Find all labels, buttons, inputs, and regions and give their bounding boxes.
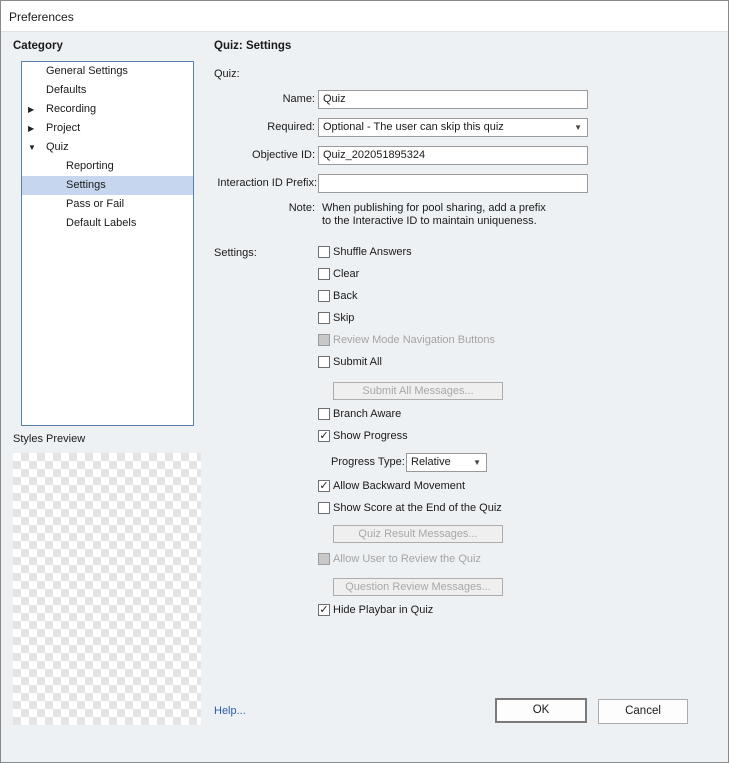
styles-preview-area bbox=[13, 453, 201, 725]
tree-item-label: Quiz bbox=[46, 141, 69, 153]
panel-title: Quiz: Settings bbox=[214, 40, 292, 52]
show-score-checkbox[interactable] bbox=[318, 502, 330, 514]
name-label: Name: bbox=[282, 93, 315, 105]
interaction-id-prefix-label: Interaction ID Prefix: bbox=[217, 177, 317, 189]
skip-label: Skip bbox=[333, 312, 355, 324]
hide-playbar-label: Hide Playbar in Quiz bbox=[333, 604, 434, 616]
tree-item-settings[interactable]: Settings bbox=[22, 176, 193, 195]
back-label: Back bbox=[333, 290, 358, 302]
name-input[interactable]: Quiz bbox=[318, 90, 588, 109]
tree-item-pass-or-fail[interactable]: Pass or Fail bbox=[22, 195, 193, 214]
quiz-result-messages-button: Quiz Result Messages... bbox=[333, 525, 503, 543]
tree-item-defaults[interactable]: Defaults bbox=[22, 81, 193, 100]
dropdown-arrow-icon: ▼ bbox=[574, 123, 582, 132]
tree-item-label: Project bbox=[46, 122, 81, 134]
title-bar: Preferences bbox=[1, 1, 728, 32]
tree-item-label: Recording bbox=[46, 103, 97, 115]
note-label: Note: bbox=[288, 202, 315, 214]
tree-item-reporting[interactable]: Reporting bbox=[22, 157, 193, 176]
shuffle-answers-label: Shuffle Answers bbox=[333, 246, 412, 258]
question-review-messages-button: Question Review Messages... bbox=[333, 578, 503, 596]
window-title: Preferences bbox=[9, 10, 74, 24]
show-progress-label: Show Progress bbox=[333, 430, 408, 442]
tree-item-quiz[interactable]: ▼ Quiz bbox=[22, 138, 193, 157]
cancel-button[interactable]: Cancel bbox=[598, 699, 688, 724]
tree-item-default-labels[interactable]: Default Labels bbox=[22, 214, 193, 233]
review-mode-nav-label: Review Mode Navigation Buttons bbox=[333, 334, 496, 346]
preferences-window: Preferences Category General Settings De… bbox=[0, 0, 729, 763]
submit-all-label: Submit All bbox=[333, 356, 382, 368]
progress-type-value: Relative bbox=[411, 456, 451, 468]
dropdown-arrow-icon: ▼ bbox=[473, 458, 481, 467]
tree-item-label: Reporting bbox=[66, 160, 114, 172]
submit-all-checkbox[interactable] bbox=[318, 356, 330, 368]
expand-arrow-icon[interactable]: ▶ bbox=[28, 100, 38, 119]
help-link[interactable]: Help... bbox=[214, 705, 246, 717]
branch-aware-checkbox[interactable] bbox=[318, 408, 330, 420]
styles-preview-label: Styles Preview bbox=[13, 433, 86, 445]
back-checkbox[interactable] bbox=[318, 290, 330, 302]
shuffle-answers-checkbox[interactable] bbox=[318, 246, 330, 258]
progress-type-select[interactable]: Relative ▼ bbox=[406, 453, 487, 472]
tree-item-label: General Settings bbox=[46, 65, 128, 77]
allow-backward-label: Allow Backward Movement bbox=[333, 480, 466, 492]
interaction-id-prefix-input[interactable] bbox=[318, 174, 588, 193]
allow-review-label: Allow User to Review the Quiz bbox=[333, 553, 481, 565]
tree-item-project[interactable]: ▶ Project bbox=[22, 119, 193, 138]
note-line-2: to the Interactive ID to maintain unique… bbox=[322, 215, 537, 227]
category-heading: Category bbox=[13, 40, 63, 52]
allow-backward-checkbox[interactable]: ✓ bbox=[318, 480, 330, 492]
tree-item-label: Defaults bbox=[46, 84, 87, 96]
review-mode-nav-checkbox bbox=[318, 334, 330, 346]
expand-arrow-icon[interactable]: ▶ bbox=[28, 119, 38, 138]
submit-all-messages-button: Submit All Messages... bbox=[333, 382, 503, 400]
skip-checkbox[interactable] bbox=[318, 312, 330, 324]
tree-item-recording[interactable]: ▶ Recording bbox=[22, 100, 193, 119]
category-tree[interactable]: General Settings Defaults ▶ Recording ▶ … bbox=[21, 61, 194, 426]
show-progress-checkbox[interactable]: ✓ bbox=[318, 430, 330, 442]
allow-review-checkbox bbox=[318, 553, 330, 565]
tree-item-general-settings[interactable]: General Settings bbox=[22, 62, 193, 81]
clear-checkbox[interactable] bbox=[318, 268, 330, 280]
tree-item-label: Settings bbox=[66, 179, 106, 191]
required-select[interactable]: Optional - The user can skip this quiz ▼ bbox=[318, 118, 588, 137]
progress-type-label: Progress Type: bbox=[331, 456, 405, 468]
note-line-1: When publishing for pool sharing, add a … bbox=[322, 202, 546, 214]
clear-label: Clear bbox=[333, 268, 360, 280]
tree-item-label: Pass or Fail bbox=[66, 198, 125, 210]
hide-playbar-checkbox[interactable]: ✓ bbox=[318, 604, 330, 616]
objective-id-label: Objective ID: bbox=[252, 149, 315, 161]
tree-item-label: Default Labels bbox=[66, 217, 137, 229]
branch-aware-label: Branch Aware bbox=[333, 408, 402, 420]
settings-label: Settings: bbox=[214, 247, 257, 259]
required-label: Required: bbox=[267, 121, 315, 133]
ok-button[interactable]: OK bbox=[495, 698, 587, 723]
show-score-label: Show Score at the End of the Quiz bbox=[333, 502, 502, 514]
required-select-value: Optional - The user can skip this quiz bbox=[323, 121, 504, 133]
quiz-group-label: Quiz: bbox=[214, 68, 240, 80]
objective-id-input[interactable]: Quiz_202051895324 bbox=[318, 146, 588, 165]
collapse-arrow-icon[interactable]: ▼ bbox=[28, 138, 38, 157]
